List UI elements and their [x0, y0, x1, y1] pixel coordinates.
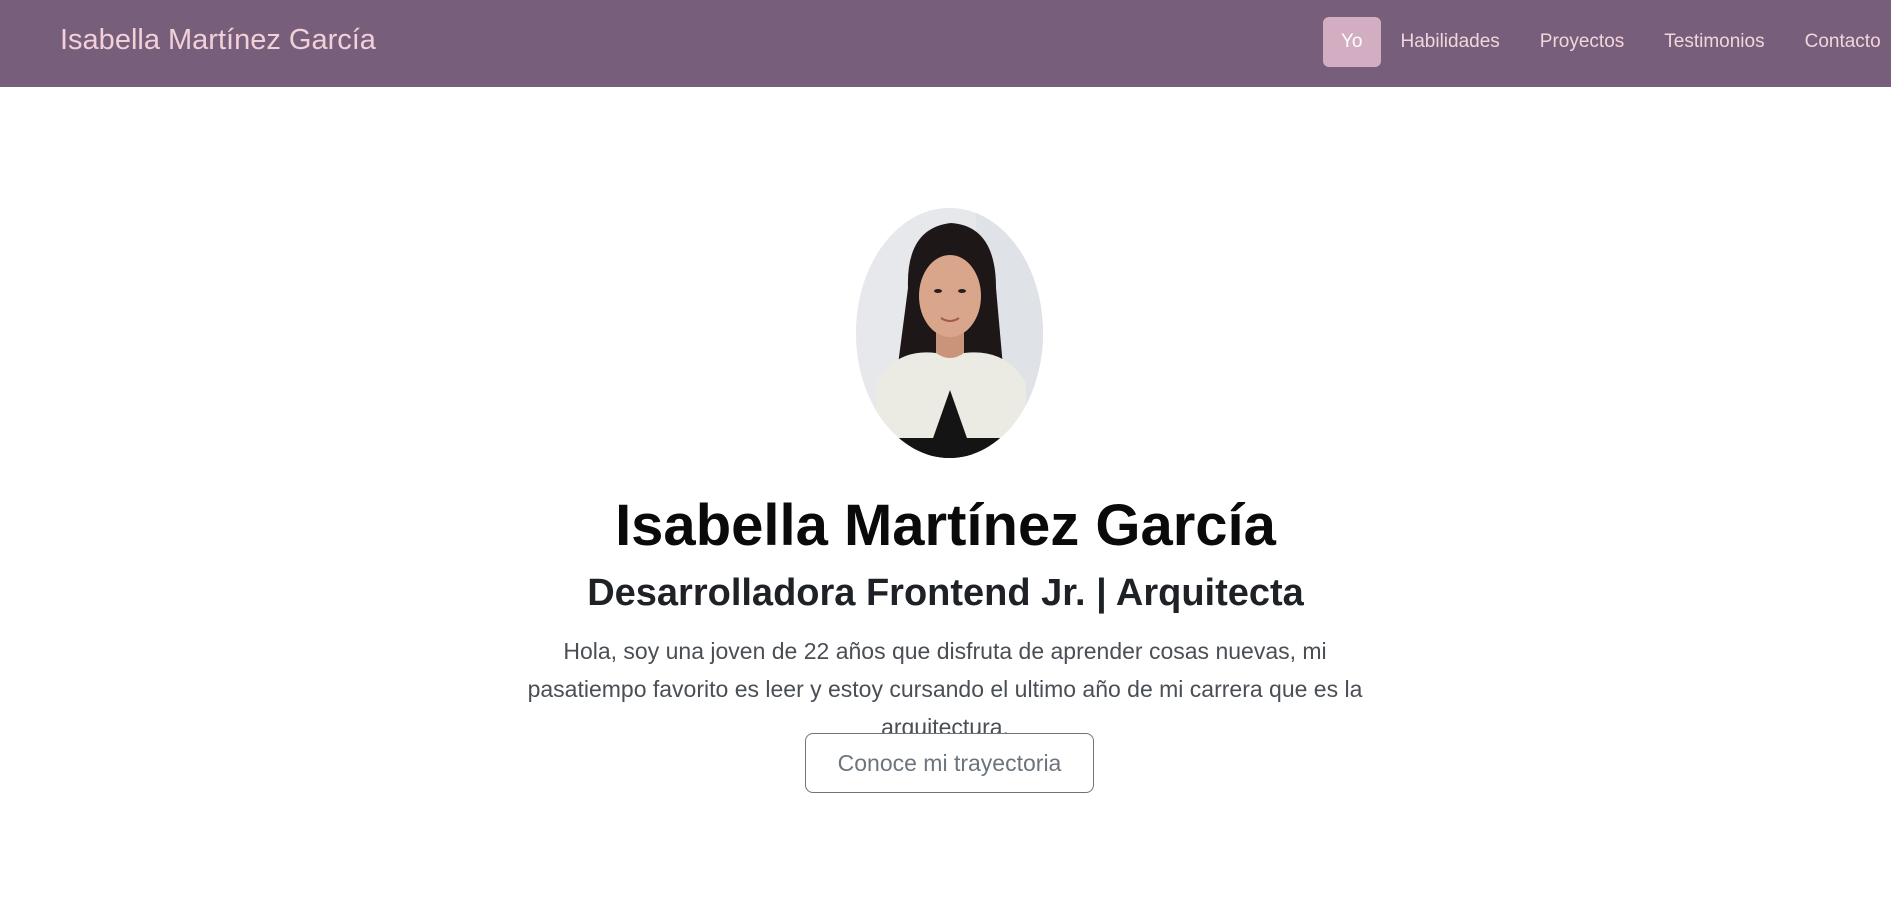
top-navbar: Isabella Martínez García Yo Habilidades …	[0, 0, 1891, 87]
nav-link-yo[interactable]: Yo	[1323, 17, 1381, 67]
hero-name-heading: Isabella Martínez García	[615, 493, 1276, 558]
nav-menu: Yo Habilidades Proyectos Testimonios Con…	[1323, 17, 1891, 67]
profile-photo	[856, 208, 1043, 458]
brand-link[interactable]: Isabella Martínez García	[60, 24, 376, 57]
hero-role-subtitle: Desarrolladora Frontend Jr. | Arquitecta	[587, 572, 1304, 614]
profile-photo-image	[856, 208, 1043, 458]
hero-section: Isabella Martínez García Desarrolladora …	[0, 87, 1891, 901]
nav-link-testimonios[interactable]: Testimonios	[1644, 17, 1784, 67]
nav-link-habilidades[interactable]: Habilidades	[1381, 17, 1520, 67]
hero-bio-text: Hola, soy una joven de 22 años que disfr…	[527, 638, 1363, 740]
nav-link-proyectos[interactable]: Proyectos	[1520, 17, 1644, 67]
nav-link-contacto[interactable]: Contacto	[1785, 17, 1891, 67]
conoce-trayectoria-button[interactable]: Conoce mi trayectoria	[805, 733, 1094, 793]
